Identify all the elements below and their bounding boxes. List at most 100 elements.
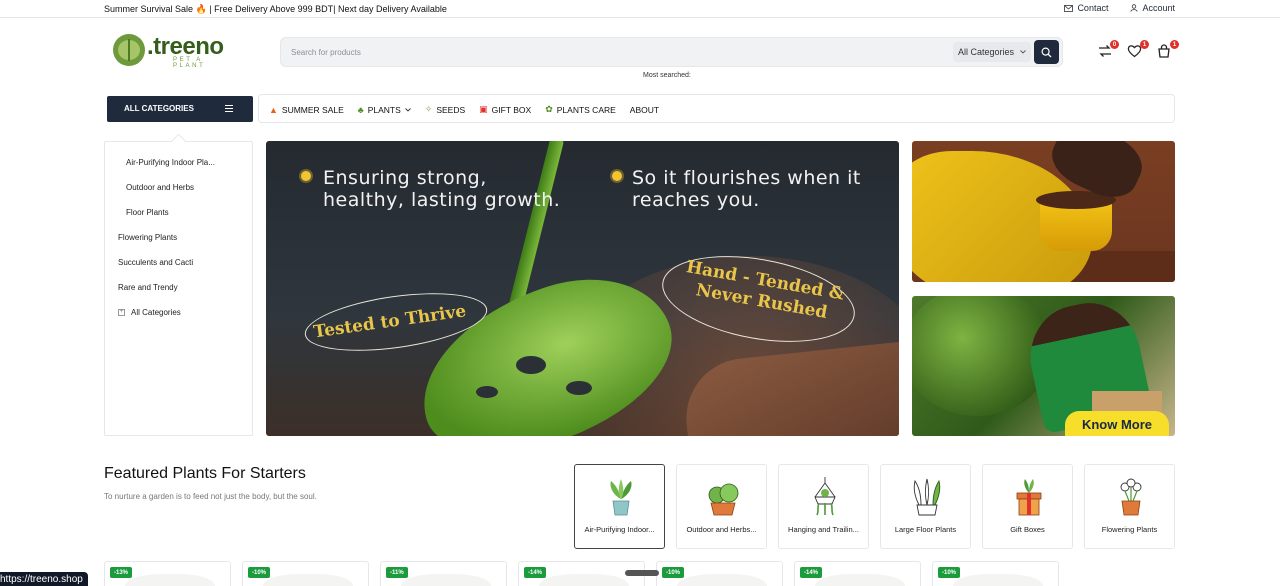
search-icon <box>1041 46 1052 57</box>
plant-icon: ♣ <box>357 104 364 115</box>
category-sidebar: Air-Purifying Indoor Pla... Outdoor and … <box>104 141 253 436</box>
category-card-outdoor-herbs[interactable]: Outdoor and Herbs... <box>676 464 767 549</box>
know-more-button[interactable]: Know More <box>1065 411 1169 436</box>
discount-badge: -11% <box>386 567 408 578</box>
product-card[interactable]: -11% <box>380 561 507 586</box>
discount-badge: -13% <box>110 567 133 578</box>
site-logo[interactable]: .treeno PET A PLANT <box>113 33 233 69</box>
contact-label: Contact <box>1077 3 1109 13</box>
nav-item-label: PLANTS <box>367 104 401 115</box>
sun-bullet-icon <box>612 171 622 181</box>
sidebar-item-rare-trendy[interactable]: Rare and Trendy <box>118 283 178 292</box>
nav-item-label: ABOUT <box>629 104 660 115</box>
category-card-label: Flowering Plants <box>1101 525 1158 534</box>
wishlist-button[interactable]: 1 <box>1127 40 1149 60</box>
sidebar-item-succulents[interactable]: Succulents and Cacti <box>118 258 193 267</box>
chevron-down-icon <box>404 107 411 112</box>
search-button[interactable] <box>1034 40 1059 64</box>
discount-badge: -14% <box>524 567 547 578</box>
discount-badge: -14% <box>800 567 823 578</box>
discount-badge: -10% <box>938 567 961 578</box>
gift-icon: ▣ <box>479 104 488 114</box>
product-image <box>953 574 1043 586</box>
chevron-down-icon <box>1020 50 1026 54</box>
user-icon <box>1130 4 1139 12</box>
product-card[interactable]: -10% <box>656 561 783 586</box>
menu-icon <box>225 105 233 112</box>
category-select[interactable]: All Categories <box>953 42 1031 62</box>
search-bar: All Categories <box>280 37 1063 67</box>
product-card[interactable]: -14% <box>794 561 921 586</box>
nav-item-label: PLANTS CARE <box>556 104 616 115</box>
hero-text-right: So it flourishes when it reaches you. <box>632 167 861 211</box>
carousel-drag-handle[interactable] <box>625 570 659 576</box>
product-image <box>125 574 215 586</box>
category-card-hanging[interactable]: Hanging and Trailin... <box>778 464 869 549</box>
top-links: Contact Account <box>1064 3 1175 13</box>
featured-section-subtitle: To nurture a garden is to feed not just … <box>104 492 317 501</box>
nav-item-gift-box[interactable]: ▣ GIFT BOX <box>479 104 531 115</box>
sidebar-item-all-categories[interactable]: + All Categories <box>118 308 181 317</box>
product-image <box>401 574 491 586</box>
floor-plant-icon <box>913 478 941 516</box>
fire-icon: ▲ <box>269 104 278 115</box>
all-categories-label: ALL CATEGORIES <box>124 104 194 113</box>
nav-item-label: SUMMER SALE <box>281 104 344 115</box>
hero-banner[interactable]: Ensuring strong, healthy, lasting growth… <box>266 141 899 436</box>
category-card-air-purifying[interactable]: Air-Purifying Indoor... <box>574 464 665 549</box>
product-image <box>539 574 629 586</box>
nav-item-summer-sale[interactable]: ▲ SUMMER SALE <box>269 104 344 115</box>
category-card-label: Gift Boxes <box>1010 525 1045 534</box>
sun-bullet-icon <box>301 171 311 181</box>
seed-icon: ✧ <box>424 104 433 114</box>
featured-category-tabs: Air-Purifying Indoor... Outdoor and Herb… <box>574 464 1175 549</box>
discount-badge: -10% <box>662 567 685 578</box>
category-card-label: Outdoor and Herbs... <box>686 525 757 534</box>
account-link[interactable]: Account <box>1130 3 1175 13</box>
sidebar-item-air-purifying[interactable]: Air-Purifying Indoor Pla... <box>126 158 215 167</box>
potted-plant-icon <box>610 479 632 516</box>
nav-item-plants[interactable]: ♣ PLANTS <box>358 104 411 115</box>
contact-link[interactable]: Contact <box>1064 3 1108 13</box>
top-announcement-bar: Summer Survival Sale 🔥 | Free Delivery A… <box>0 0 1280 18</box>
expand-icon: + <box>118 309 125 317</box>
leaf-hole <box>566 381 592 395</box>
nav-item-plants-care[interactable]: ✿ PLANTS CARE <box>545 104 616 115</box>
discount-badge: -10% <box>248 567 271 578</box>
category-card-label: Large Floor Plants <box>894 525 957 534</box>
product-image <box>677 574 767 586</box>
product-card[interactable]: -13% <box>104 561 231 586</box>
sidebar-item-flowering[interactable]: Flowering Plants <box>118 233 177 242</box>
sidebar-item-label: All Categories <box>131 308 181 317</box>
compare-button[interactable]: 0 <box>1097 40 1119 60</box>
all-categories-button[interactable]: ALL CATEGORIES <box>107 96 253 122</box>
search-input[interactable] <box>291 45 891 59</box>
cart-button[interactable]: 1 <box>1157 40 1179 60</box>
nav-item-about[interactable]: ABOUT <box>630 104 659 115</box>
category-card-label: Air-Purifying Indoor... <box>584 525 655 534</box>
featured-section-title: Featured Plants For Starters <box>104 465 306 482</box>
herb-bush-icon <box>708 483 739 516</box>
hanging-plant-icon <box>814 477 836 516</box>
category-card-floor-plants[interactable]: Large Floor Plants <box>880 464 971 549</box>
leaf-logo-icon <box>113 34 145 66</box>
sidebar-item-outdoor-herbs[interactable]: Outdoor and Herbs <box>126 183 194 192</box>
nav-item-label: GIFT BOX <box>491 104 532 115</box>
product-card[interactable]: -10% <box>242 561 369 586</box>
promo-text: Summer Survival Sale 🔥 | Free Delivery A… <box>104 4 447 14</box>
product-card[interactable]: -10% <box>932 561 1059 586</box>
product-grid: -13% -10% -11% -14% -10% -14% -10% <box>104 561 1059 586</box>
cart-count-badge: 1 <box>1170 40 1179 49</box>
wishlist-count-badge: 1 <box>1140 40 1149 49</box>
promo-tile-soil[interactable] <box>912 141 1175 282</box>
category-card-gift-boxes[interactable]: Gift Boxes <box>982 464 1073 549</box>
nav-item-seeds[interactable]: ✧ SEEDS <box>425 104 465 115</box>
bag-icon <box>1158 44 1170 58</box>
flower-pot-icon <box>1120 478 1142 516</box>
mail-icon <box>1064 4 1074 12</box>
category-card-flowering[interactable]: Flowering Plants <box>1084 464 1175 549</box>
leaf-hole <box>476 386 498 398</box>
promo-tile-gardener[interactable]: Know More <box>912 296 1175 436</box>
main-nav: ▲ SUMMER SALE ♣ PLANTS ✧ SEEDS ▣ GIFT BOX ✿ P… <box>258 94 1175 123</box>
sidebar-item-floor-plants[interactable]: Floor Plants <box>126 208 169 217</box>
